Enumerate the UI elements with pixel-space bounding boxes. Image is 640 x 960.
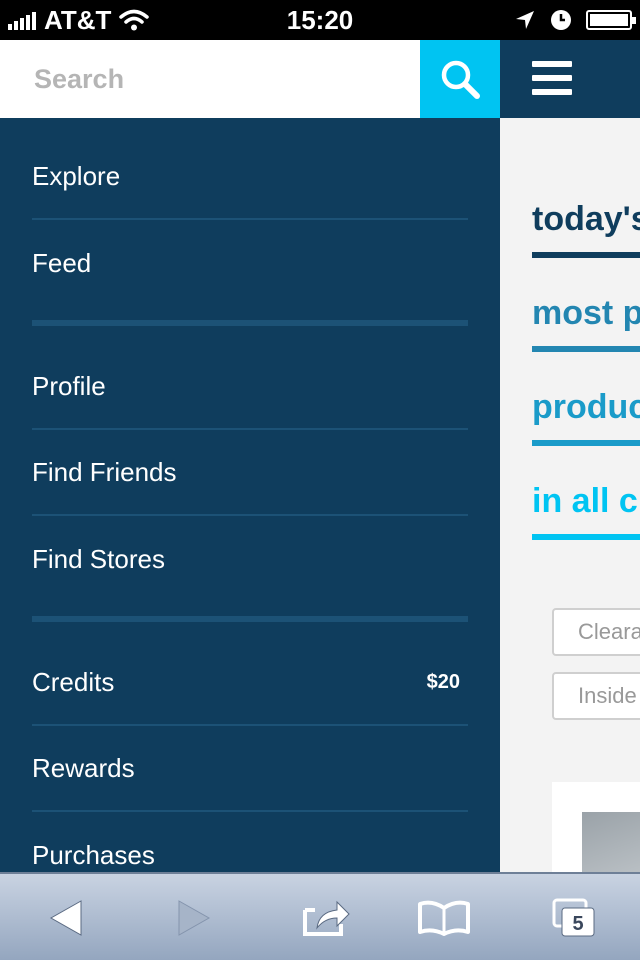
status-right [514,6,636,34]
bookmarks-book-icon [418,900,470,936]
tab-products[interactable]: produc [532,388,640,446]
menu-item-label: Profile [32,370,106,401]
tab-most-popular[interactable]: most p [532,294,640,352]
tabs-count: 5 [572,913,583,935]
menu-item-purchases[interactable]: Purchases [32,812,468,872]
menu-item-explore[interactable]: Explore [32,134,468,220]
tab-in-all-categories[interactable]: in all c [532,482,640,540]
forward-button[interactable] [164,892,224,944]
location-arrow-icon [516,11,534,29]
search-icon [441,60,480,99]
filter-clearance[interactable]: Cleara [552,608,640,656]
tab-todays[interactable]: today's [532,200,640,258]
bookmarks-button[interactable] [414,892,474,944]
hamburger-menu-icon[interactable] [532,61,572,95]
menu-item-label: Explore [32,160,121,191]
menu-item-find-stores[interactable]: Find Stores [32,516,468,602]
menu-list: Explore Feed Profile Find Friends Find S… [32,134,468,872]
side-menu: Explore Feed Profile Find Friends Find S… [0,40,500,872]
back-button[interactable] [36,892,96,944]
battery-icon [586,10,636,30]
tabs-pages-icon: 5 [552,898,595,937]
back-arrow-icon [49,900,82,936]
credits-badge: $20 [426,670,460,693]
forward-arrow-icon [178,900,211,936]
search-bar [0,40,500,118]
menu-item-label: Find Friends [32,456,177,487]
browser-toolbar: 5 [0,872,640,960]
main-content: today's most p produc in all c Cleara In… [500,40,640,872]
menu-item-label: Credits [32,666,115,697]
menu-item-rewards[interactable]: Rewards [32,726,468,812]
section-divider [32,616,468,622]
content-header [500,40,640,118]
search-button[interactable] [420,40,500,118]
menu-item-credits[interactable]: Credits $20 [32,640,468,726]
menu-item-label: Purchases [32,839,155,870]
search-input[interactable] [0,40,420,118]
tabs-button[interactable]: 5 [542,892,602,944]
menu-item-profile[interactable]: Profile [32,344,468,430]
menu-item-label: Find Stores [32,543,165,574]
share-button[interactable] [296,892,356,944]
menu-item-find-friends[interactable]: Find Friends [32,430,468,516]
menu-item-feed[interactable]: Feed [32,220,468,306]
menu-item-label: Rewards [32,752,135,783]
product-card[interactable] [552,782,640,872]
status-bar: AT&T 15:20 [0,0,640,40]
alarm-clock-icon [551,10,571,30]
filter-inside[interactable]: Inside [552,672,640,720]
product-image [582,812,640,872]
share-icon [303,900,350,936]
section-divider [32,320,468,326]
menu-item-label: Feed [32,247,92,278]
